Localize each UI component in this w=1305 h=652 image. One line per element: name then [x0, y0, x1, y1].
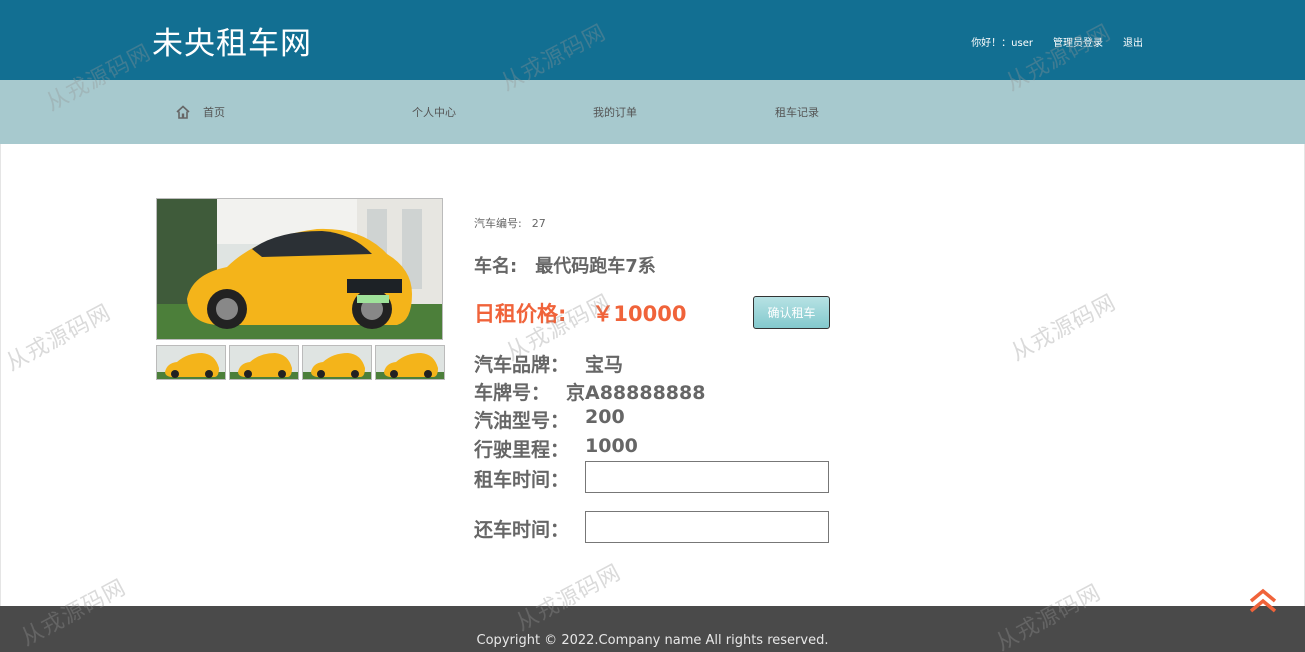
main-nav: 首页 个人中心 我的订单 租车记录: [0, 80, 1305, 144]
mileage-label: 行驶里程：: [474, 439, 570, 461]
rent-start-label: 租车时间：: [474, 469, 570, 491]
car-thumbnail[interactable]: [156, 345, 226, 380]
site-header: 未央租车网 你好！：user 管理员登录 退出: [0, 0, 1305, 80]
nav-home[interactable]: 首页: [176, 104, 225, 120]
car-thumbnail[interactable]: [375, 345, 445, 380]
daily-price: 日租价格: ￥10000: [474, 298, 686, 328]
price-label: 日租价格:: [474, 302, 567, 326]
car-thumbnail[interactable]: [302, 345, 372, 380]
fuel-label: 汽油型号：: [474, 410, 570, 432]
car-thumbnails: [156, 345, 445, 380]
rent-end-label: 还车时间：: [474, 519, 570, 541]
plate-value: 京A88888888: [566, 382, 706, 404]
car-name-value: 最代码跑车7系: [535, 256, 656, 277]
watermark: 从戎源码网: [2, 300, 116, 377]
car-fuel: 汽油型号： 200: [474, 406, 625, 433]
watermark: 从戎源码网: [1007, 290, 1121, 367]
brand-value: 宝马: [585, 354, 624, 376]
brand-label: 汽车品牌：: [474, 354, 570, 376]
plate-label: 车牌号：: [474, 382, 551, 404]
user-greeting[interactable]: 你好！：user: [971, 34, 1033, 49]
car-plate: 车牌号： 京A88888888: [474, 378, 705, 405]
nav-home-label: 首页: [203, 106, 225, 119]
admin-login-link[interactable]: 管理员登录: [1053, 34, 1103, 49]
car-thumbnail[interactable]: [229, 345, 299, 380]
site-title[interactable]: 未央租车网: [152, 18, 312, 63]
car-mileage: 行驶里程： 1000: [474, 435, 638, 462]
fuel-value: 200: [585, 406, 625, 428]
page-border-left: [0, 144, 1, 606]
top-links: 你好！：user 管理员登录 退出: [971, 34, 1143, 49]
copyright-text: Copyright © 2022.Company name All rights…: [476, 633, 829, 648]
confirm-rent-button[interactable]: 确认租车: [753, 296, 830, 329]
car-name-label: 车名:: [474, 256, 518, 277]
price-value: ￥10000: [592, 302, 687, 326]
site-footer: Copyright © 2022.Company name All rights…: [0, 606, 1305, 652]
car-name: 车名: 最代码跑车7系: [474, 252, 656, 278]
home-icon: [176, 105, 190, 119]
rent-start-input[interactable]: [585, 461, 829, 493]
rent-end-input[interactable]: [585, 511, 829, 543]
nav-orders[interactable]: 我的订单: [593, 104, 637, 120]
car-brand: 汽车品牌： 宝马: [474, 350, 623, 377]
car-main-photo: [156, 198, 443, 340]
mileage-value: 1000: [585, 435, 638, 457]
nav-profile[interactable]: 个人中心: [412, 104, 456, 120]
car-id-label: 汽车编号:: [474, 217, 522, 230]
car-id-value: 27: [531, 217, 546, 230]
car-id: 汽车编号: 27: [474, 215, 546, 231]
back-to-top-icon[interactable]: [1247, 588, 1279, 614]
logout-link[interactable]: 退出: [1123, 34, 1143, 49]
nav-records[interactable]: 租车记录: [775, 104, 819, 120]
